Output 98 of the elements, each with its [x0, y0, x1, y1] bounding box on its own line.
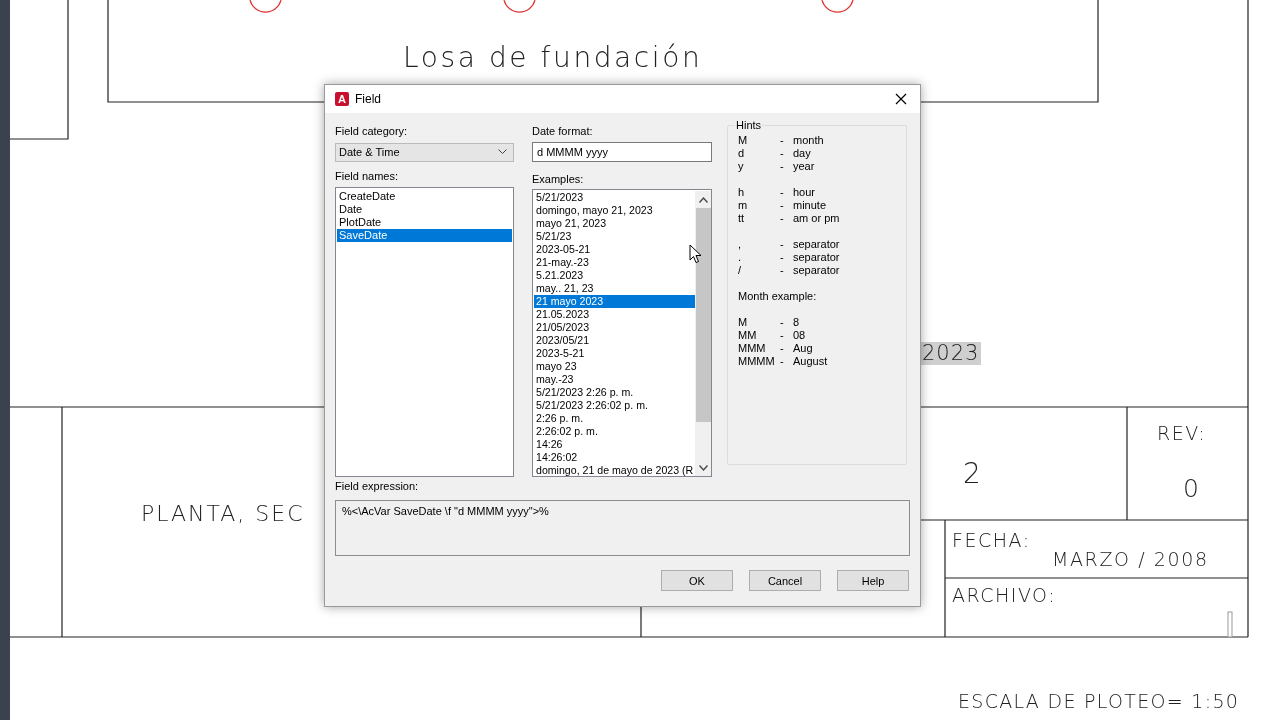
category-dropdown[interactable]: Date & Time — [335, 143, 514, 162]
drawing-label: FECHA: — [952, 531, 1031, 550]
sheet-number: 2 — [963, 460, 981, 488]
list-item[interactable]: mayo 23 — [534, 359, 695, 373]
hint-key: MM — [738, 329, 780, 342]
hint-dash: - — [780, 199, 785, 212]
hint-text: Aug — [793, 342, 814, 355]
field-label: Date format: — [532, 125, 593, 138]
group-title: Hints — [735, 119, 763, 132]
list-item[interactable]: Date — [337, 202, 512, 216]
list-item[interactable]: 2:26:02 p. m. — [534, 424, 695, 438]
app-icon: A — [335, 92, 349, 106]
hint-key: MMMM — [738, 355, 780, 368]
list-item[interactable]: 2:26 p. m. — [534, 411, 695, 425]
hint-key: tt — [738, 212, 780, 225]
dialog-button[interactable]: OK — [661, 570, 733, 591]
list-item[interactable]: 2023/05/21 — [534, 333, 695, 347]
list-item[interactable]: 14:26 — [534, 437, 695, 451]
list-item[interactable]: SaveDate — [337, 228, 512, 242]
hint-text: month — [793, 134, 825, 147]
hint-dash: - — [780, 329, 785, 342]
drawing-date: MARZO / 2008 — [1052, 550, 1209, 569]
field-label: Field expression: — [335, 480, 420, 493]
chevron-down-icon — [498, 149, 507, 156]
scroll-thumb[interactable] — [696, 207, 711, 422]
hint-text: hour — [793, 186, 817, 199]
hint-text: 8 — [793, 316, 801, 329]
hint-text: day — [793, 147, 812, 160]
list-item[interactable]: may.. 21, 23 — [534, 281, 695, 295]
hint-text: year — [793, 160, 816, 173]
hint-dash: - — [780, 212, 785, 225]
hint-text: separator — [793, 264, 841, 277]
hint-text: minute — [793, 199, 828, 212]
hint-text: August — [793, 355, 829, 368]
date-format-field[interactable]: d MMMM yyyy — [532, 142, 712, 162]
arc-mark — [821, 0, 854, 13]
hint-key: M — [738, 134, 780, 147]
list-item[interactable]: mayo 21, 2023 — [534, 216, 695, 230]
window-title: Field — [355, 92, 381, 106]
hint-dash: - — [780, 316, 785, 329]
list-item[interactable]: 21/05/2023 — [534, 320, 695, 334]
hint-key: / — [738, 264, 780, 277]
list-item[interactable]: CreateDate — [337, 189, 512, 203]
list-item[interactable]: may.-23 — [534, 372, 695, 386]
field-label: Field category: — [335, 125, 408, 138]
hint-key: h — [738, 186, 780, 199]
list-item[interactable]: domingo, 21 de mayo de 2023 (R — [534, 463, 695, 476]
hint-dash: - — [780, 160, 785, 173]
scroll-up-icon[interactable] — [699, 196, 708, 203]
hint-dash: - — [780, 238, 785, 251]
list-item[interactable]: PlotDate — [337, 215, 512, 229]
drawing-label: ARCHIVO: — [952, 586, 1057, 605]
expression-field[interactable]: %<\AcVar SaveDate \f "d MMMM yyyy">% — [335, 500, 910, 556]
scroll-down-icon[interactable] — [699, 465, 708, 471]
hint-dash: - — [780, 251, 785, 264]
hint-key: d — [738, 147, 780, 160]
hint-text: separator — [793, 238, 841, 251]
drawing-label: ESCALA DE PLOTEO= 1:50 — [958, 692, 1240, 711]
hint-key: y — [738, 160, 780, 173]
list-item[interactable]: 2023-5-21 — [534, 346, 695, 360]
narrow-rectangle — [1227, 611, 1233, 638]
hint-dash: - — [780, 264, 785, 277]
hint-dash: - — [780, 134, 785, 147]
hint-dash: - — [780, 186, 785, 199]
dialog-button[interactable]: Help — [837, 570, 909, 591]
list-item[interactable]: 14:26:02 — [534, 450, 695, 464]
hint-dash: - — [780, 342, 785, 355]
pointer-icon — [689, 244, 702, 264]
hint-key: m — [738, 199, 780, 212]
field-value: 2023 — [920, 342, 982, 365]
hint-key: . — [738, 251, 780, 264]
list-item[interactable]: 5/21/2023 2:26:02 p. m. — [534, 398, 695, 412]
drawing-title: Losa de fundación — [403, 44, 703, 72]
hint-key: M — [738, 316, 780, 329]
arc-mark — [249, 0, 282, 13]
dialog-button[interactable]: Cancel — [749, 570, 821, 591]
list-item[interactable]: domingo, mayo 21, 2023 — [534, 203, 695, 217]
hint-key: MMM — [738, 342, 780, 355]
scrollbar[interactable] — [695, 190, 711, 476]
list-item[interactable]: 5/21/2023 — [534, 190, 695, 204]
hint-dash: - — [780, 147, 785, 160]
drawing-label: REV: — [1157, 424, 1207, 443]
hint-heading: Month example: — [738, 290, 818, 303]
field-label: Examples: — [532, 172, 584, 186]
list-item[interactable]: 5/21/2023 2:26 p. m. — [534, 385, 695, 399]
hint-key: , — [738, 238, 780, 251]
list-item[interactable]: 21.05.2023 — [534, 307, 695, 321]
field-label: Field names: — [335, 169, 398, 183]
list-item[interactable]: 21 mayo 2023 — [534, 294, 695, 308]
hint-text: am or pm — [793, 212, 841, 225]
hint-text: 08 — [793, 329, 807, 342]
list-item[interactable]: 5.21.2023 — [534, 268, 695, 282]
hint-text: separator — [793, 251, 841, 264]
revision-number: 0 — [1183, 476, 1199, 501]
list-item[interactable]: 5/21/23 — [534, 229, 695, 243]
arc-mark — [503, 0, 536, 13]
drawing-label: PLANTA, SEC — [141, 503, 305, 525]
hint-dash: - — [780, 355, 785, 368]
